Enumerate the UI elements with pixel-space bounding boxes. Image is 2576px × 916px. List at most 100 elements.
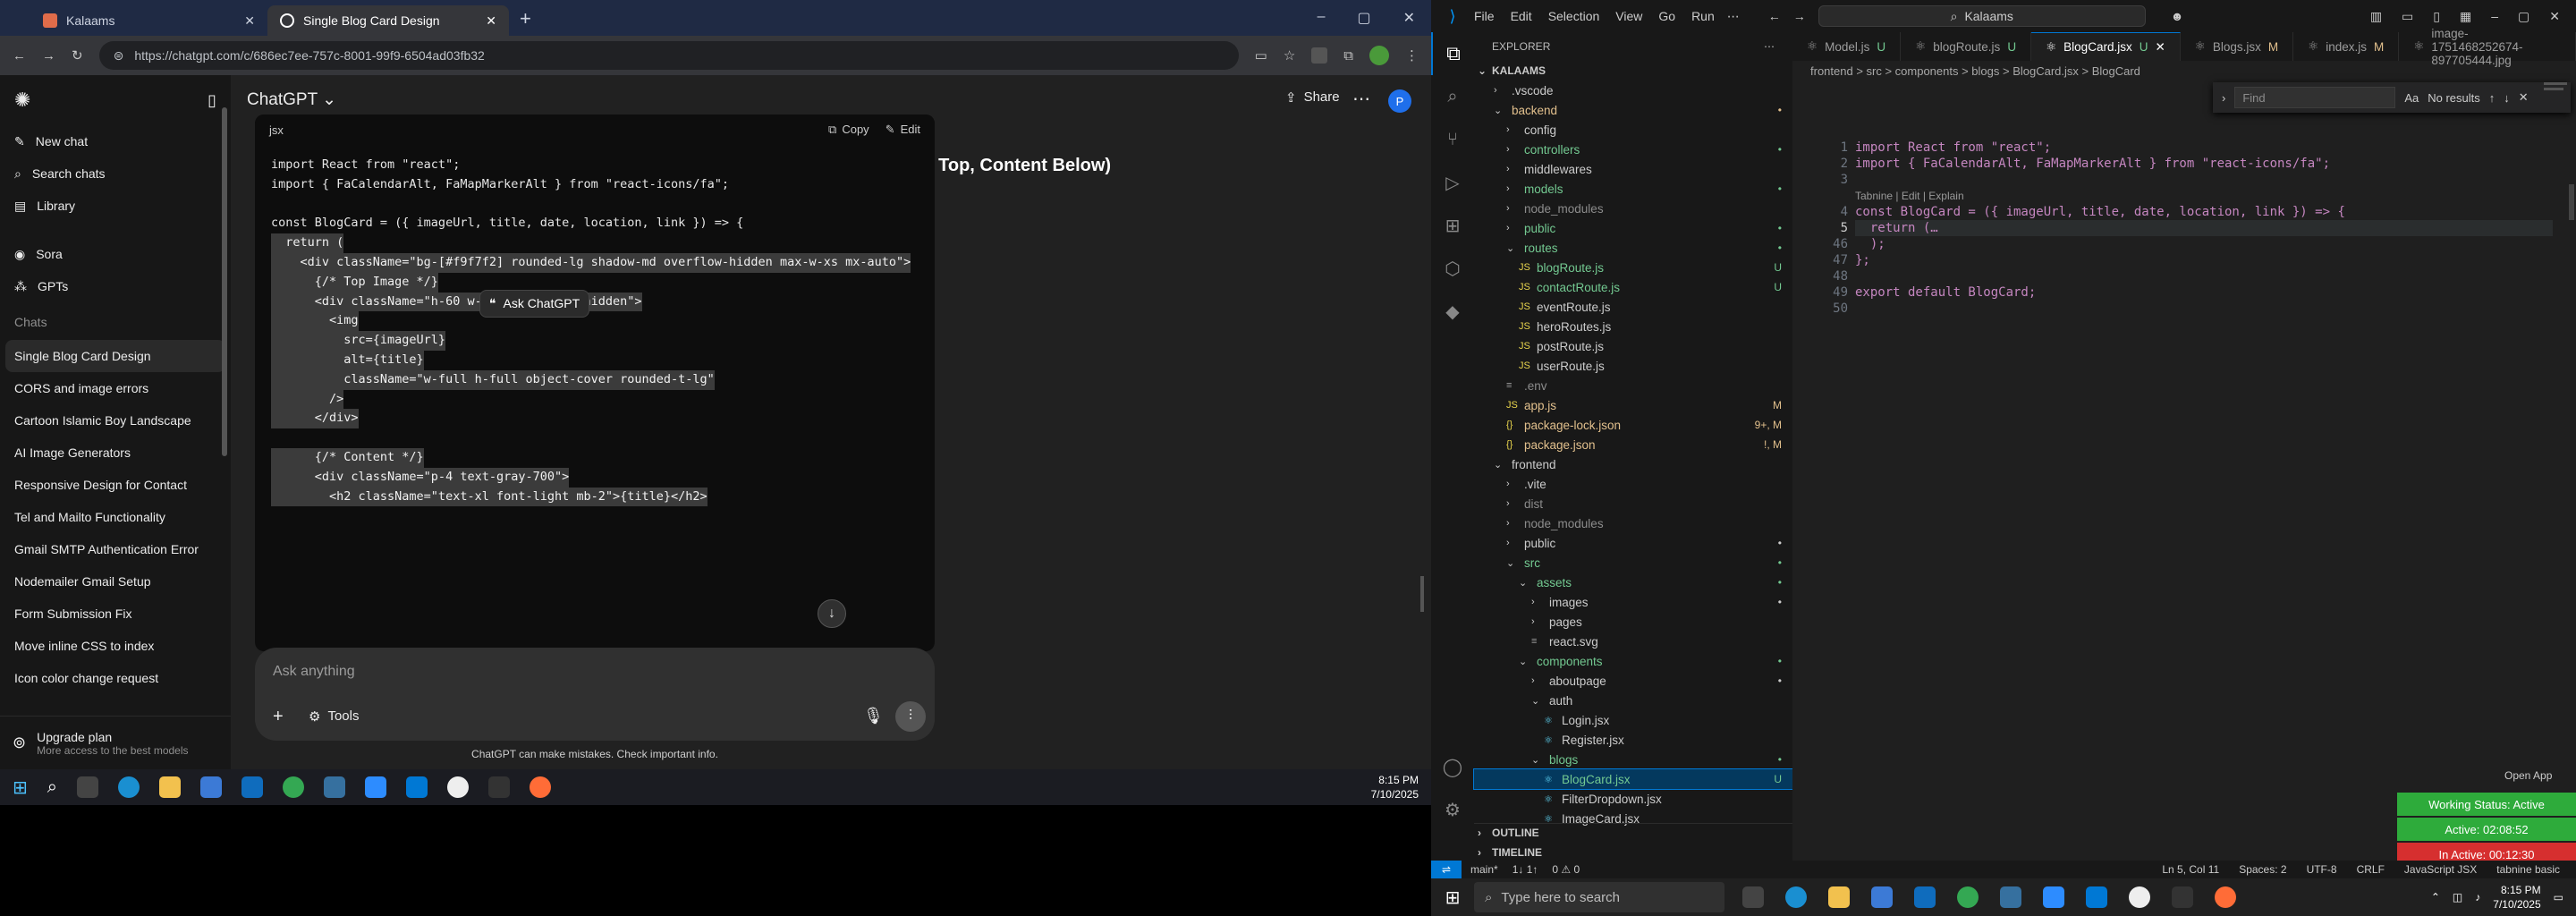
chat-history-item[interactable]: CORS and image errors <box>0 372 231 404</box>
start-icon[interactable]: ⊞ <box>13 776 28 799</box>
new-chat-button[interactable]: ✎ New chat <box>0 125 231 157</box>
tree-file[interactable]: ⚛ BlogCard.jsx U <box>1473 768 1793 790</box>
status-item[interactable]: 0 ⚠ 0 <box>1552 863 1580 876</box>
status-item[interactable]: tabnine basic <box>2496 863 2560 876</box>
back-icon[interactable]: ← <box>13 48 26 64</box>
close-tab-icon[interactable]: ✕ <box>2155 40 2165 55</box>
tree-file[interactable]: JS blogRoute.js U <box>1474 258 1792 277</box>
zoom-icon[interactable] <box>2043 886 2064 908</box>
tree-folder[interactable]: ⌄ src • <box>1474 553 1792 572</box>
maximize-icon[interactable]: ▢ <box>2518 9 2529 24</box>
status-item[interactable]: UTF-8 <box>2307 863 2337 876</box>
chat-history-item[interactable]: Cartoon Islamic Boy Landscape <box>0 404 231 437</box>
tree-file[interactable]: JS userRoute.js <box>1474 356 1792 376</box>
store-icon[interactable] <box>199 776 222 798</box>
codelens[interactable]: Tabnine | Edit | Explain <box>1855 188 1964 204</box>
scroll-down-icon[interactable]: ↓ <box>818 599 846 628</box>
close-tab-icon[interactable]: ✕ <box>486 13 496 29</box>
chat-history-item[interactable]: Move inline CSS to index <box>0 630 231 662</box>
tree-folder[interactable]: ⌄ auth <box>1474 691 1792 710</box>
network-icon[interactable]: ◫ <box>2453 891 2462 903</box>
tree-file[interactable]: ≡ .env <box>1474 376 1792 395</box>
tree-file[interactable]: JS heroRoutes.js <box>1474 317 1792 336</box>
more-options-icon[interactable]: ⋯ <box>1352 88 1370 110</box>
tree-folder[interactable]: › controllers • <box>1474 140 1792 159</box>
editor-tab[interactable]: ⚛ image-1751468252674-897705444.jpg <box>2399 27 2576 67</box>
chat-history-item[interactable]: AI Image Generators <box>0 437 231 469</box>
library-button[interactable]: ▤ Library <box>0 190 231 222</box>
code-editor[interactable]: 1 2 3 4 5 46 47 48 49 50 import React from "react… <box>1792 140 2576 318</box>
tree-file[interactable]: JS app.js M <box>1474 395 1792 415</box>
postman-icon[interactable] <box>529 776 551 798</box>
profile-avatar[interactable] <box>1369 46 1389 65</box>
chat-history-item[interactable]: Nodemailer Gmail Setup <box>0 565 231 598</box>
forward-icon[interactable]: → <box>1793 9 1806 23</box>
user-avatar[interactable]: P <box>1388 89 1411 113</box>
tree-file[interactable]: ⚛ Register.jsx <box>1474 730 1792 750</box>
editor-tab[interactable]: ⚛ blogRoute.js U <box>1901 32 2032 61</box>
tree-folder[interactable]: › pages <box>1474 612 1792 632</box>
editor-tab[interactable]: ⚛ Blogs.jsx M <box>2181 32 2294 61</box>
gear-icon[interactable]: ⚙ <box>1431 799 1474 821</box>
extensions-icon[interactable]: ⊞ <box>1431 204 1474 247</box>
chrome-tab-chatgpt[interactable]: Single Blog Card Design ✕ <box>267 5 509 36</box>
editor-tab[interactable]: ⚛ Model.js U <box>1792 32 1902 61</box>
chevron-right-icon[interactable]: › <box>2222 91 2225 105</box>
forward-icon[interactable]: → <box>42 48 55 64</box>
chevron-up-icon[interactable]: ⌃ <box>2431 891 2440 903</box>
more-actions-icon[interactable]: ⋯ <box>1764 40 1775 53</box>
project-root[interactable]: ⌄ KALAAMS <box>1474 61 1792 81</box>
postman-icon[interactable] <box>2215 886 2236 908</box>
chrome-tab-kalaams[interactable]: Kalaams ✕ <box>30 5 267 36</box>
chrome-icon[interactable] <box>1957 886 1979 908</box>
status-item[interactable]: JavaScript JSX <box>2404 863 2477 876</box>
more-menu-icon[interactable]: ⋯ <box>1727 9 1740 24</box>
menu-item[interactable]: Go <box>1658 9 1675 23</box>
model-selector[interactable]: ChatGPT ⌄ <box>247 89 336 110</box>
tree-folder[interactable]: › config <box>1474 120 1792 140</box>
edit-button[interactable]: ✎ Edit <box>886 123 920 137</box>
source-control-icon[interactable]: ⑂ <box>1431 118 1474 161</box>
vscode-icon[interactable] <box>405 776 428 798</box>
tree-folder[interactable]: › dist <box>1474 494 1792 513</box>
task-view-icon[interactable] <box>1742 886 1764 908</box>
find-input[interactable]: Find <box>2234 87 2396 108</box>
search-icon[interactable]: ⌕ <box>1431 75 1474 118</box>
tree-folder[interactable]: › .vite <box>1474 474 1792 494</box>
sidebar-toggle-icon[interactable]: ▯ <box>2433 9 2440 24</box>
status-item[interactable]: CRLF <box>2357 863 2385 876</box>
edge-icon[interactable] <box>117 776 140 798</box>
search-icon[interactable]: ⌕ <box>47 777 57 798</box>
tree-folder[interactable]: ⌄ assets • <box>1474 572 1792 592</box>
editor-tab[interactable]: ⚛ BlogCard.jsx U ✕ <box>2031 32 2181 61</box>
bookmark-star-icon[interactable]: ☆ <box>1284 47 1295 64</box>
tree-file[interactable]: {} package-lock.json 9+, M <box>1474 415 1792 435</box>
tree-folder[interactable]: › node_modules <box>1474 199 1792 218</box>
chat-history-item[interactable]: Form Submission Fix <box>0 598 231 630</box>
tree-file[interactable]: ≡ react.svg <box>1474 632 1792 651</box>
status-item[interactable]: Ln 5, Col 11 <box>2162 863 2219 876</box>
close-window-icon[interactable]: ✕ <box>2549 9 2560 24</box>
menu-item[interactable]: Edit <box>1511 9 1532 23</box>
store-icon[interactable] <box>1871 886 1893 908</box>
tree-folder[interactable]: ⌄ blogs • <box>1474 750 1792 769</box>
puzzle-icon[interactable]: ⧉ <box>1343 48 1353 64</box>
sora-button[interactable]: ◉ Sora <box>0 238 231 270</box>
tree-file[interactable]: JS eventRoute.js <box>1474 297 1792 317</box>
tree-folder[interactable]: › public • <box>1474 533 1792 553</box>
tree-file[interactable]: {} package.json !, M <box>1474 435 1792 454</box>
menu-item[interactable]: View <box>1615 9 1642 23</box>
microphone-icon[interactable]: 🎙 <box>863 707 884 725</box>
chat-history-item[interactable]: Responsive Design for Contact <box>0 469 231 501</box>
editor-tab[interactable]: ⚛ index.js M <box>2293 32 2400 61</box>
app-icon[interactable] <box>323 776 345 798</box>
account-icon[interactable]: ◯ <box>1431 756 1474 778</box>
plus-icon[interactable]: + <box>273 707 284 727</box>
tree-file[interactable]: JS postRoute.js <box>1474 336 1792 356</box>
minimize-icon[interactable]: – <box>2491 9 2498 24</box>
tree-file[interactable]: JS contactRoute.js U <box>1474 277 1792 297</box>
minimap[interactable] <box>2544 82 2571 136</box>
chrome-menu-icon[interactable]: ⋮ <box>1405 47 1419 64</box>
minimize-icon[interactable]: – <box>1318 9 1326 27</box>
status-item[interactable]: main* <box>1470 863 1498 876</box>
